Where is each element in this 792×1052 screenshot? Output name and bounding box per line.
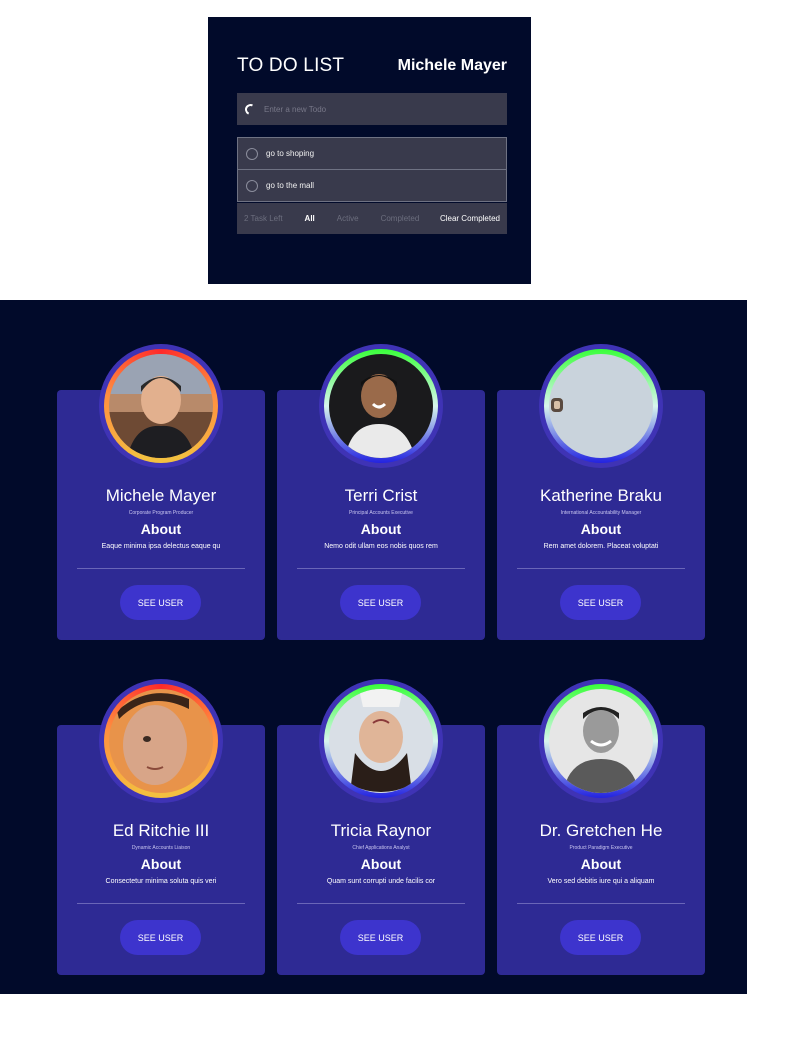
- user-name: Dr. Gretchen He: [539, 821, 663, 840]
- new-todo-input[interactable]: [264, 104, 464, 114]
- divider: [297, 568, 465, 569]
- user-role: Chief Applications Analyst: [352, 845, 410, 851]
- see-user-button[interactable]: SEE USER: [340, 585, 421, 620]
- divider: [297, 903, 465, 904]
- avatar-ring: [544, 349, 658, 463]
- user-role: International Accountability Manager: [560, 510, 642, 516]
- about-text: Rem amet dolorem. Placeat voluptati: [543, 543, 659, 550]
- user-photo: [329, 689, 433, 793]
- user-card: Michele Mayer Corporate Program Producer…: [57, 344, 265, 640]
- user-name: Tricia Raynor: [330, 821, 432, 840]
- about-text: Consectetur minima soluta quis veri: [105, 878, 217, 885]
- see-user-button[interactable]: SEE USER: [120, 920, 201, 955]
- user-photo: [549, 689, 653, 793]
- user-photo: [329, 354, 433, 458]
- loading-spinner-icon: [243, 101, 258, 117]
- about-heading: About: [580, 856, 622, 872]
- user-role: Corporate Program Producer: [128, 510, 194, 516]
- user-card: Terri Crist Principal Accounts Executive…: [277, 344, 485, 640]
- divider: [77, 568, 245, 569]
- about-heading: About: [580, 521, 622, 537]
- avatar: [539, 679, 663, 803]
- avatar-ring: [324, 684, 438, 798]
- new-todo-field: [237, 93, 507, 125]
- avatar: [539, 344, 663, 468]
- divider: [77, 903, 245, 904]
- avatar: [319, 679, 443, 803]
- about-text: Eaque minima ipsa delectus eaque qu: [101, 543, 221, 550]
- user-name: Terri Crist: [344, 486, 418, 505]
- avatar-ring: [324, 349, 438, 463]
- user-role: Dynamic Accounts Liaison: [131, 845, 191, 851]
- todo-footer: 2 Task Left All Active Completed Clear C…: [237, 203, 507, 234]
- see-user-button[interactable]: SEE USER: [120, 585, 201, 620]
- todo-panel: TO DO LIST Michele Mayer go to shoping g…: [208, 17, 531, 284]
- avatar: [319, 344, 443, 468]
- filter-active[interactable]: Active: [337, 214, 359, 223]
- divider: [517, 903, 685, 904]
- see-user-button[interactable]: SEE USER: [560, 920, 641, 955]
- users-section: Michele Mayer Corporate Program Producer…: [0, 300, 747, 994]
- user-card: Dr. Gretchen He Product Paradigm Executi…: [497, 679, 705, 975]
- todo-title: TO DO LIST: [237, 55, 345, 76]
- tasks-left-count: 2 Task Left: [244, 214, 283, 223]
- todo-checkbox[interactable]: [246, 147, 258, 160]
- see-user-button[interactable]: SEE USER: [340, 920, 421, 955]
- avatar: [99, 679, 223, 803]
- user-card: Ed Ritchie III Dynamic Accounts Liaison …: [57, 679, 265, 975]
- user-photo: [549, 354, 653, 458]
- todo-item-text: go to shoping: [266, 149, 315, 158]
- about-text: Nemo odit ullam eos nobis quos rem: [324, 543, 438, 550]
- todo-item[interactable]: go to shoping: [237, 137, 507, 170]
- todo-checkbox[interactable]: [246, 179, 258, 192]
- filter-completed[interactable]: Completed: [381, 214, 420, 223]
- user-card: Tricia Raynor Chief Applications Analyst…: [277, 679, 485, 975]
- see-user-button[interactable]: SEE USER: [560, 585, 641, 620]
- todo-item-text: go to the mall: [266, 181, 315, 190]
- user-photo: [109, 689, 213, 793]
- about-heading: About: [140, 521, 182, 537]
- avatar: [99, 344, 223, 468]
- clear-completed-button[interactable]: Clear Completed: [440, 214, 500, 223]
- user-name: Michele Mayer: [105, 486, 217, 505]
- todo-list: go to shoping go to the mall: [237, 137, 507, 202]
- user-role: Principal Accounts Executive: [349, 510, 413, 516]
- about-text: Vero sed debitis iure qui a aliquam: [547, 878, 655, 885]
- divider: [517, 568, 685, 569]
- user-name: Ed Ritchie III: [112, 821, 210, 840]
- filter-all[interactable]: All: [305, 214, 315, 223]
- avatar-ring: [104, 684, 218, 798]
- user-photo: [109, 354, 213, 458]
- about-heading: About: [360, 521, 402, 537]
- about-heading: About: [140, 856, 182, 872]
- about-text: Quam sunt corrupti unde facilis cor: [326, 878, 436, 885]
- user-name: Katherine Braku: [540, 486, 662, 505]
- avatar-ring: [544, 684, 658, 798]
- todo-item[interactable]: go to the mall: [237, 170, 507, 202]
- avatar-ring: [104, 349, 218, 463]
- todo-header: TO DO LIST Michele Mayer: [237, 55, 507, 77]
- about-heading: About: [360, 856, 402, 872]
- user-role: Product Paradigm Executive: [569, 845, 633, 851]
- todo-user-name: Michele Mayer: [397, 57, 507, 74]
- user-card: Katherine Braku International Accountabi…: [497, 344, 705, 640]
